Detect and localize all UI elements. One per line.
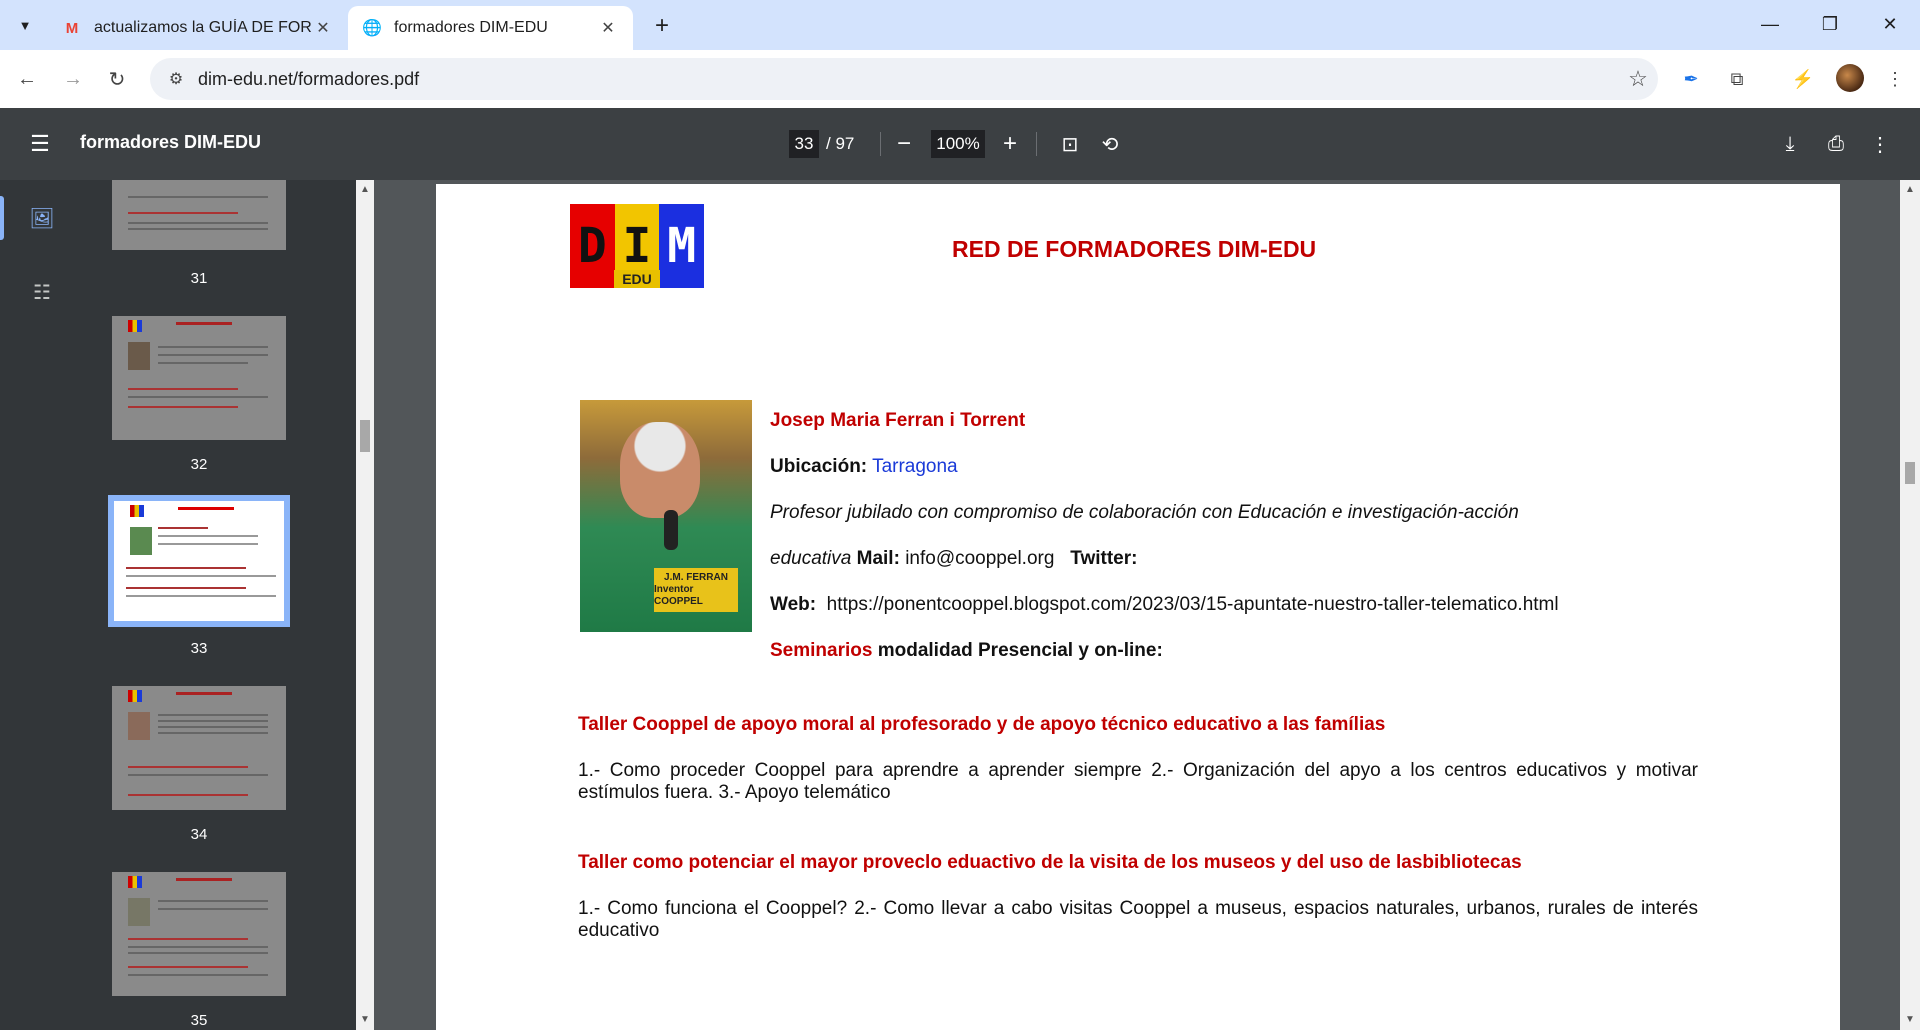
extensions-icon[interactable]: ⧉ (1722, 64, 1752, 94)
thumbnail-page[interactable] (112, 180, 286, 250)
scroll-up-icon[interactable]: ▲ (1905, 184, 1915, 195)
sidebar-rail: 🖼 ☷ (0, 180, 84, 1030)
zoom-input[interactable]: 100% (931, 130, 985, 158)
pdf-page: D I M EDU RED DE FORMADORES DIM-EDU J.M.… (436, 184, 1840, 1030)
tab-search-button[interactable]: ▼ (10, 10, 40, 40)
back-button[interactable]: ← (10, 62, 44, 96)
divider (1036, 132, 1037, 156)
new-tab-button[interactable]: + (648, 12, 676, 40)
location-link[interactable]: Tarragona (872, 456, 958, 477)
more-menu-icon[interactable]: ⋮ (1880, 64, 1910, 94)
viewer-scrollbar[interactable]: ▲ ▼ (1900, 180, 1920, 1030)
contact-row: educativa Mail: info@cooppel.org Twitter… (770, 548, 1138, 569)
reload-button[interactable]: ↻ (100, 62, 134, 96)
divider (880, 132, 881, 156)
hamburger-menu-icon[interactable]: ☰ (28, 131, 52, 156)
thumbnail-label: 33 (190, 640, 208, 657)
arrow-right-icon: → (63, 67, 83, 90)
outline-icon[interactable]: ☷ (26, 276, 58, 308)
tab-formadores[interactable]: 🌐 formadores DIM-EDU ✕ (348, 6, 633, 50)
zoom-out-button[interactable]: − (890, 130, 918, 158)
document-title: formadores DIM-EDU (80, 132, 262, 152)
plus-icon: + (1002, 130, 1017, 157)
dim-edu-logo: D I M EDU (570, 204, 705, 288)
zoom-in-button[interactable]: + (996, 130, 1024, 158)
thumbnail-page[interactable] (112, 686, 286, 810)
close-icon[interactable]: ✕ (597, 17, 619, 39)
scrollbar-thumb[interactable] (360, 420, 370, 452)
reload-icon: ↻ (108, 68, 126, 91)
thumbnail-list: 31 32 33 34 35 (84, 180, 356, 1030)
globe-icon: 🌐 (362, 20, 382, 37)
profile-avatar[interactable] (1836, 64, 1864, 92)
thumbnail-page[interactable] (112, 316, 286, 440)
trainer-name: Josep Maria Ferran i Torrent (770, 410, 1026, 431)
page-heading: RED DE FORMADORES DIM-EDU (952, 236, 1317, 262)
arrow-left-icon: ← (17, 67, 37, 90)
scroll-down-icon[interactable]: ▼ (360, 1014, 370, 1025)
active-indicator (0, 196, 4, 240)
profile-photo: J.M. FERRAN Inventor COOPPEL (580, 400, 752, 632)
site-info-icon[interactable]: ⚙ (158, 69, 194, 89)
rotate-icon[interactable]: ⟲ (1096, 130, 1124, 158)
gmail-icon: M (65, 19, 79, 37)
pdf-toolbar: ☰ formadores DIM-EDU 33 / 97 − 100% + ⊡ … (0, 108, 1920, 180)
performance-icon[interactable]: ⚡ (1788, 64, 1818, 94)
tab-title: actualizamos la GUÍA DE FORM (94, 19, 312, 36)
thumbnail-label: 34 (190, 826, 208, 843)
download-icon[interactable]: ⤓ (1776, 130, 1804, 158)
scrollbar-thumb[interactable] (1905, 462, 1915, 484)
web-row: Web: https://ponentcooppel.blogspot.com/… (770, 594, 1559, 615)
forward-button[interactable]: → (56, 62, 90, 96)
workshop-description: 1.- Como funciona el Cooppel? 2.- Como l… (578, 898, 1698, 941)
mail-value: info@cooppel.org (905, 548, 1055, 569)
thumbnail-page-selected[interactable] (108, 495, 290, 627)
pdf-sidebar: 🖼 ☷ 31 32 33 34 35 (0, 180, 356, 1030)
print-icon[interactable]: ⎙ (1822, 130, 1850, 158)
tab-strip: ▼ M actualizamos la GUÍA DE FORM ✕ 🌐 for… (0, 0, 1920, 50)
pen-extension-icon[interactable]: ✒ (1676, 64, 1706, 94)
workshop-description: 1.- Como proceder Cooppel para aprendre … (578, 760, 1698, 803)
more-options-icon[interactable]: ⋮ (1866, 130, 1894, 158)
thumbnails-icon[interactable]: 🖼 (26, 202, 58, 234)
browser-toolbar: ← → ↻ ⚙ dim-edu.net/formadores.pdf ☆ ✒ ⧉… (0, 50, 1920, 108)
bio-line: Profesor jubilado con compromiso de cola… (770, 502, 1519, 523)
chevron-down-icon: ▼ (18, 17, 32, 33)
workshop-title: Taller Cooppel de apoyo moral al profeso… (578, 714, 1386, 735)
restore-button[interactable]: ❐ (1800, 6, 1860, 42)
page-number-input[interactable]: 33 (789, 130, 819, 158)
seminars-row: Seminarios modalidad Presencial y on-lin… (770, 640, 1163, 661)
web-link[interactable]: https://ponentcooppel.blogspot.com/2023/… (827, 594, 1559, 615)
close-icon[interactable]: ✕ (312, 17, 334, 39)
thumbnail-label: 31 (190, 270, 208, 287)
scroll-up-icon[interactable]: ▲ (360, 184, 370, 195)
sidebar-scrollbar[interactable]: ▲ ▼ (356, 180, 374, 1030)
minus-icon: − (896, 130, 911, 157)
thumbnail-label: 35 (190, 1012, 208, 1029)
bookmark-star-icon[interactable]: ☆ (1618, 66, 1658, 92)
tab-title: formadores DIM-EDU (394, 19, 548, 36)
address-bar[interactable]: ⚙ dim-edu.net/formadores.pdf ☆ (150, 58, 1658, 100)
thumbnail-page[interactable] (112, 872, 286, 996)
location-row: Ubicación: Tarragona (770, 456, 958, 477)
workshop-title: Taller como potenciar el mayor proveclo … (578, 852, 1522, 873)
url-text[interactable]: dim-edu.net/formadores.pdf (194, 69, 1618, 90)
thumbnail-label: 32 (190, 456, 208, 473)
scroll-down-icon[interactable]: ▼ (1905, 1014, 1915, 1025)
tab-gmail[interactable]: M actualizamos la GUÍA DE FORM ✕ (48, 6, 348, 50)
pdf-viewer: D I M EDU RED DE FORMADORES DIM-EDU J.M.… (374, 180, 1920, 1030)
minimize-button[interactable]: — (1740, 6, 1800, 42)
fit-page-icon[interactable]: ⊡ (1056, 130, 1084, 158)
close-window-button[interactable]: ✕ (1860, 6, 1920, 42)
page-total: / 97 (826, 134, 855, 153)
